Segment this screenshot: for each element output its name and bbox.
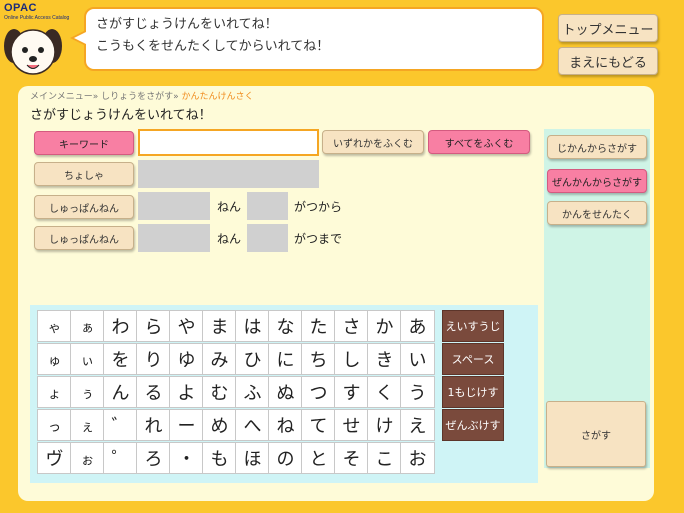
kana-key[interactable]: ー (169, 409, 204, 441)
kana-key[interactable]: や (169, 310, 204, 342)
any-match-button[interactable]: いずれかをふくむ (322, 130, 424, 154)
kana-key[interactable]: い (400, 343, 435, 375)
kana-key[interactable]: ち (301, 343, 336, 375)
top-menu-button[interactable]: トップメニュー (558, 14, 658, 42)
page-title: さがすじょうけんをいれてね！ (30, 108, 212, 123)
logo-title: OPAC (4, 2, 37, 14)
kana-key[interactable]: せ (334, 409, 369, 441)
pubyear-from-year-input[interactable] (138, 192, 210, 220)
kana-key[interactable]: っ (37, 409, 72, 441)
kana-key[interactable]: と (301, 442, 336, 474)
breadcrumb-separator: » (173, 92, 179, 102)
kana-key[interactable]: り (136, 343, 171, 375)
kana-key[interactable]: ろ (136, 442, 171, 474)
clear-all-key[interactable]: ぜんぶけす (442, 409, 504, 441)
kana-key[interactable]: の (268, 442, 303, 474)
space-key[interactable]: スペース (442, 343, 504, 375)
kana-key[interactable]: つ (301, 376, 336, 408)
dog-mascot-icon (4, 29, 62, 75)
keyword-button[interactable]: キーワード (34, 131, 134, 155)
kana-key[interactable]: く (367, 376, 402, 408)
kana-key[interactable]: あ (400, 310, 435, 342)
kana-key[interactable]: す (334, 376, 369, 408)
kana-key[interactable]: ょ (37, 376, 72, 408)
kana-key[interactable]: ゜ (103, 442, 138, 474)
speech-bubble: さがすじょうけんをいれてね！ こうもくをせんたくしてからいれてね！ (84, 7, 544, 71)
kana-key[interactable]: へ (235, 409, 270, 441)
kana-key[interactable]: に (268, 343, 303, 375)
kana-key[interactable]: な (268, 310, 303, 342)
kana-key[interactable]: さ (334, 310, 369, 342)
kana-key[interactable]: よ (169, 376, 204, 408)
kana-key[interactable]: ぅ (70, 376, 105, 408)
breadcrumb: メインメニュー» しりょうをさがす» かんたんけんさく (30, 89, 254, 102)
kana-key[interactable]: け (367, 409, 402, 441)
kana-key[interactable]: ぉ (70, 442, 105, 474)
breadcrumb-separator: » (92, 92, 99, 102)
kana-key[interactable]: む (202, 376, 237, 408)
kana-key[interactable]: ぁ (70, 310, 105, 342)
kana-key[interactable]: ふ (235, 376, 270, 408)
year-unit-label: ねん (217, 232, 242, 246)
kana-key[interactable]: ゛ (103, 409, 138, 441)
search-by-time-button[interactable]: じかんからさがす (547, 135, 647, 159)
pubyear-from-month-input[interactable] (247, 192, 288, 220)
kana-key[interactable]: ・ (169, 442, 204, 474)
kana-key[interactable]: ん (103, 376, 138, 408)
kana-key[interactable]: し (334, 343, 369, 375)
year-unit-label: ねん (217, 200, 242, 214)
kana-key[interactable]: う (400, 376, 435, 408)
kana-key[interactable]: ら (136, 310, 171, 342)
kana-key[interactable]: ゆ (169, 343, 204, 375)
from-suffix-label: がつから (294, 200, 343, 214)
kana-key[interactable]: そ (334, 442, 369, 474)
author-button[interactable]: ちょしゃ (34, 162, 134, 186)
kana-key[interactable]: か (367, 310, 402, 342)
breadcrumb-current: かんたんけんさく (181, 92, 254, 102)
pubyear-to-year-input[interactable] (138, 224, 210, 252)
search-all-libraries-button[interactable]: ぜんかんからさがす (547, 169, 647, 193)
breadcrumb-home[interactable]: メインメニュー (30, 92, 93, 102)
kana-key[interactable]: は (235, 310, 270, 342)
pubyear-to-month-input[interactable] (247, 224, 288, 252)
to-suffix-label: がつまで (294, 232, 343, 246)
kana-key[interactable]: え (400, 409, 435, 441)
author-input[interactable] (138, 160, 319, 188)
pubyear-from-button[interactable]: しゅっぱんねん (34, 195, 134, 219)
kana-key[interactable]: を (103, 343, 138, 375)
all-match-button[interactable]: すべてをふくむ (428, 130, 530, 154)
kana-key[interactable]: ヴ (37, 442, 72, 474)
kana-key[interactable]: わ (103, 310, 138, 342)
message-line-1: さがすじょうけんをいれてね！ (96, 17, 278, 32)
kana-key[interactable]: ゃ (37, 310, 72, 342)
kana-key[interactable]: ね (268, 409, 303, 441)
alphanumeric-key[interactable]: えいすうじ (442, 310, 504, 342)
speech-bubble-tail-inner (74, 32, 86, 44)
kana-key[interactable]: ま (202, 310, 237, 342)
message-line-2: こうもくをせんたくしてからいれてね！ (96, 39, 330, 54)
kana-key[interactable]: ぬ (268, 376, 303, 408)
kana-key[interactable]: ぃ (70, 343, 105, 375)
kana-key[interactable]: め (202, 409, 237, 441)
back-button[interactable]: まえにもどる (558, 47, 658, 75)
kana-key[interactable]: て (301, 409, 336, 441)
kana-key[interactable]: も (202, 442, 237, 474)
kana-key[interactable]: れ (136, 409, 171, 441)
search-button[interactable]: さがす (546, 401, 646, 467)
kana-key[interactable]: た (301, 310, 336, 342)
delete-char-key[interactable]: 1もじけす (442, 376, 504, 408)
kana-key[interactable]: き (367, 343, 402, 375)
kana-key[interactable]: ぇ (70, 409, 105, 441)
kana-key[interactable]: こ (367, 442, 402, 474)
kana-key[interactable]: る (136, 376, 171, 408)
kana-key[interactable]: み (202, 343, 237, 375)
pubyear-to-button[interactable]: しゅっぱんねん (34, 226, 134, 250)
select-library-button[interactable]: かんをせんたく (547, 201, 647, 225)
kana-key[interactable]: お (400, 442, 435, 474)
kana-key[interactable]: ゅ (37, 343, 72, 375)
kana-key[interactable]: ほ (235, 442, 270, 474)
kana-key[interactable]: ひ (235, 343, 270, 375)
breadcrumb-search[interactable]: しりょうをさがす (101, 92, 173, 102)
keyword-input[interactable] (138, 129, 319, 156)
